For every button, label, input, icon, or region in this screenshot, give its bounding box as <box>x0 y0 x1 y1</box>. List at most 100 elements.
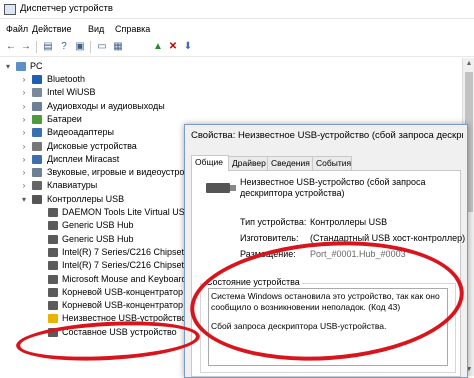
tree-item[interactable]: ▾ Контроллеры USB <box>0 193 200 206</box>
update-driver-icon[interactable]: ▦ <box>112 41 124 53</box>
device-manager-icon <box>4 4 16 15</box>
usb-device-icon <box>48 301 58 311</box>
device-type-label: Тип устройства: <box>240 217 307 227</box>
toolbar: ← → ▤ ? ▣ ▭ ▦ ▲ ✕ ⬇ <box>0 38 474 57</box>
usb-device-label: Generic USB Hub <box>62 233 134 244</box>
usb-device-icon <box>48 261 58 271</box>
usb-device-item[interactable]: Корневой USB-концентратор <box>0 286 190 299</box>
usb-device-item[interactable]: Generic USB Hub <box>0 233 190 246</box>
tree-item[interactable]: › Дисплеи Miracast <box>0 153 200 166</box>
tree-item-label: Видеоадаптеры <box>47 127 114 138</box>
menu-file[interactable]: Файл <box>6 24 28 34</box>
tree-item-label: Bluetooth <box>47 74 86 84</box>
tab-details[interactable]: Сведения <box>267 156 313 170</box>
usb-device-label: Microsoft Mouse and Keyboard <box>62 273 187 284</box>
tree-item[interactable]: › Intel WiUSB <box>0 86 200 99</box>
monitor-icon[interactable]: ▭ <box>96 41 108 53</box>
back-arrow-icon[interactable]: ← <box>5 41 17 53</box>
tree-item-label: Клавиатуры <box>47 180 98 191</box>
usb-device-item[interactable]: Неизвестное USB-устройство (с <box>0 312 196 325</box>
tree-item[interactable]: › Дисковые устройства <box>0 140 200 153</box>
usb-device-label: Generic USB Hub <box>62 220 134 231</box>
tree-item-label: Дисковые устройства <box>47 140 137 151</box>
expand-icon[interactable]: › <box>20 126 28 139</box>
tree-item[interactable]: › Звуковые, игровые и видеоустройства <box>0 166 208 179</box>
device-icon <box>32 88 42 98</box>
location-value: Port_#0001.Hub_#0003 <box>310 249 406 259</box>
tab-general[interactable]: Общие <box>191 155 229 171</box>
usb-device-icon <box>206 183 236 193</box>
usb-device-icon <box>48 274 58 284</box>
usb-icon <box>32 194 42 204</box>
usb-device-icon <box>48 327 58 337</box>
device-type-value: Контроллеры USB <box>310 217 388 227</box>
usb-device-label: Составное USB устройство <box>62 326 177 337</box>
device-status-title: Состояние устройства <box>204 277 302 287</box>
usb-device-item[interactable]: Generic USB Hub <box>0 219 190 232</box>
properties-dialog: Свойства: Неизвестное USB-устройство (сб… <box>184 124 468 378</box>
manufacturer-label: Изготовитель: <box>240 233 299 243</box>
status-error-text: Система Windows остановила это устройств… <box>211 291 440 312</box>
computer-icon <box>16 62 26 71</box>
tree-item-label: Дисплеи Miracast <box>47 153 120 164</box>
usb-device-item[interactable]: DAEMON Tools Lite Virtual USB <box>0 206 191 219</box>
toolbar-separator <box>36 41 37 53</box>
usb-device-item[interactable]: Microsoft Mouse and Keyboard <box>0 273 190 286</box>
expand-icon[interactable]: › <box>20 179 28 192</box>
tree-item-label: Батареи <box>47 113 82 124</box>
tree-item[interactable]: › Видеоадаптеры <box>0 126 200 139</box>
forward-arrow-icon[interactable]: → <box>20 41 32 53</box>
tree-item[interactable]: › Bluetooth <box>0 73 200 86</box>
tree-root[interactable]: ▾ PC <box>0 60 200 73</box>
collapse-icon[interactable]: ▾ <box>4 60 12 73</box>
expand-icon[interactable]: › <box>20 166 28 179</box>
expand-icon[interactable]: › <box>20 100 28 113</box>
help-icon[interactable]: ? <box>58 41 70 53</box>
tree-item-label: Аудиовходы и аудиовыходы <box>47 100 165 111</box>
usb-device-item[interactable]: Корневой USB-концентратор <box>0 299 190 312</box>
location-label: Размещение: <box>240 249 296 259</box>
tab-events[interactable]: События <box>312 156 352 170</box>
audio-icon <box>32 168 42 178</box>
expand-icon[interactable]: › <box>20 113 28 126</box>
tree-root-label: PC <box>30 61 43 71</box>
status-descriptor-text: Сбой запроса дескриптора USB-устройства. <box>211 321 387 331</box>
usb-device-label: Корневой USB-концентратор <box>62 286 183 297</box>
tree-item-label: Intel WiUSB <box>47 87 96 98</box>
scan-icon[interactable]: ▣ <box>74 41 86 53</box>
usb-device-item[interactable]: Intel(R) 7 Series/C216 Chipset Fa <box>0 246 197 259</box>
enable-icon[interactable]: ⬇ <box>182 41 194 53</box>
tree-item[interactable]: › Батареи <box>0 113 200 126</box>
uninstall-icon[interactable]: ✕ <box>167 41 179 53</box>
disk-icon <box>32 141 42 151</box>
expand-icon[interactable]: › <box>20 86 28 99</box>
menu-view[interactable]: Вид <box>88 24 104 34</box>
manufacturer-value: (Стандартный USB хост-контроллер) <box>310 233 466 243</box>
tree-item[interactable]: › Клавиатуры <box>0 179 200 192</box>
dialog-title: Свойства: Неизвестное USB-устройство (сб… <box>191 130 463 141</box>
update-driver-green-icon[interactable]: ▲ <box>152 41 164 53</box>
usb-device-item[interactable]: Intel(R) 7 Series/C216 Chipset Fa <box>0 259 197 272</box>
tab-driver[interactable]: Драйвер <box>228 156 268 170</box>
display-icon <box>32 154 42 164</box>
expand-icon[interactable]: › <box>20 153 28 166</box>
tree-item[interactable]: › Аудиовходы и аудиовыходы <box>0 100 200 113</box>
scroll-up-icon[interactable]: ▲ <box>463 58 474 70</box>
expand-icon[interactable]: › <box>20 140 28 153</box>
usb-device-icon <box>48 208 58 217</box>
device-name: Неизвестное USB-устройство (сбой запроса… <box>240 177 426 198</box>
device-status-text[interactable]: Система Windows остановила это устройств… <box>208 288 448 366</box>
collapse-icon[interactable]: ▾ <box>20 193 28 206</box>
menu-action[interactable]: Действие <box>32 24 72 34</box>
general-panel: Неизвестное USB-устройство (сбой запроса… <box>191 170 465 377</box>
menu-help[interactable]: Справка <box>115 24 150 34</box>
bluetooth-icon <box>32 75 42 84</box>
window-title: Диспетчер устройств <box>20 3 113 14</box>
usb-device-label: DAEMON Tools Lite Virtual USB <box>62 207 191 217</box>
audio-icon <box>32 101 42 111</box>
properties-icon[interactable]: ▤ <box>42 41 54 53</box>
usb-device-item[interactable]: Составное USB устройство <box>0 326 190 339</box>
toolbar-separator <box>90 41 91 53</box>
expand-icon[interactable]: › <box>20 73 28 86</box>
warning-usb-icon <box>48 314 58 324</box>
